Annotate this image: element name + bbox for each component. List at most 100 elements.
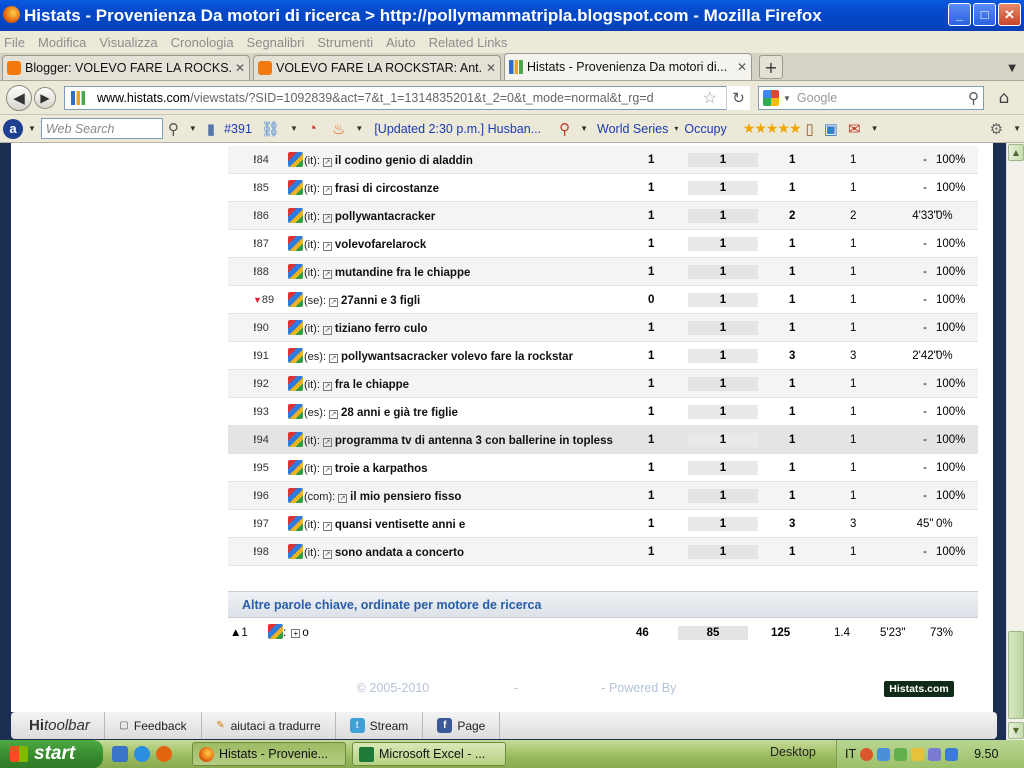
timer-icon[interactable]: ◔	[308, 120, 317, 137]
external-link-icon[interactable]: ↗	[322, 466, 332, 475]
feedback-button[interactable]: ▢ Feedback	[105, 712, 202, 739]
tray-update-icon[interactable]	[911, 747, 925, 761]
keyword-link[interactable]: il mio pensiero fisso	[350, 491, 461, 503]
chevron-down-icon[interactable]: ▼	[783, 94, 791, 103]
chevron-down-icon[interactable]: ▼	[28, 124, 36, 133]
show-desktop-icon[interactable]	[112, 746, 128, 762]
occupy-link[interactable]: Occupy	[684, 122, 726, 136]
menu-related-links[interactable]: Related Links	[429, 35, 508, 50]
clock[interactable]: 9.50	[974, 747, 998, 761]
search-input[interactable]: ▼ Google ⚲	[758, 86, 984, 110]
chevron-down-icon[interactable]: ▼	[189, 124, 197, 133]
menu-modifica[interactable]: Modifica	[38, 35, 86, 50]
translate-button[interactable]: ✎ aiutaci a tradurre	[202, 712, 336, 739]
desktop-toolbar[interactable]: Desktop	[770, 745, 816, 759]
gmail-icon[interactable]: ✉	[848, 120, 861, 138]
keyword-link[interactable]: pollywantacracker	[335, 211, 435, 223]
external-link-icon[interactable]: ↗	[322, 270, 332, 279]
external-link-icon[interactable]: ↗	[322, 326, 332, 335]
keyword-link[interactable]: programma tv di antenna 3 con ballerine …	[335, 435, 613, 447]
book-icon[interactable]: ▯	[806, 120, 814, 138]
external-link-icon[interactable]: ↗	[322, 242, 332, 251]
keyword-link[interactable]: pollywantsacracker volevo fare la rockst…	[341, 351, 573, 363]
search-icon[interactable]: ⚲	[168, 120, 179, 138]
maximize-button[interactable]: □	[973, 3, 996, 26]
chevron-down-icon[interactable]: ▼	[1013, 124, 1021, 133]
close-button[interactable]: ✕	[998, 3, 1021, 26]
tray-app-icon[interactable]	[945, 747, 959, 761]
twitter-icon[interactable]: ▣	[824, 120, 838, 138]
chevron-down-icon[interactable]: ▼	[871, 124, 879, 133]
alert-icon[interactable]: ⚲	[559, 120, 570, 138]
keyword-link[interactable]: frasi di circostanze	[335, 183, 439, 195]
scroll-down-icon[interactable]: ▼	[1008, 722, 1024, 739]
external-link-icon[interactable]: ↗	[322, 522, 332, 531]
keyword-link[interactable]: volevofarelarock	[335, 239, 426, 251]
external-link-icon[interactable]: ↗	[322, 186, 332, 195]
keyword-link[interactable]: mutandine fra le chiappe	[335, 267, 470, 279]
privacy-link[interactable]: Privacy Policy	[433, 681, 511, 695]
news-link[interactable]: [Updated 2:30 p.m.] Husban...	[374, 122, 541, 136]
tray-chevron-icon[interactable]	[860, 747, 874, 761]
chevron-down-icon[interactable]: ▼	[290, 124, 298, 133]
ask-logo-icon[interactable]: a	[3, 118, 23, 139]
world-series-link[interactable]: World Series	[597, 122, 668, 136]
expand-icon[interactable]: +	[291, 629, 301, 638]
home-button[interactable]: ⌂	[990, 86, 1018, 110]
menu-aiuto[interactable]: Aiuto	[386, 35, 416, 50]
search-icon[interactable]: ⚲	[968, 89, 979, 107]
ie-icon[interactable]	[134, 746, 150, 762]
external-link-icon[interactable]: ↗	[322, 438, 332, 447]
language-indicator[interactable]: IT	[845, 747, 856, 761]
external-link-icon[interactable]: ↗	[329, 410, 338, 419]
external-link-icon[interactable]: ↗	[338, 494, 348, 503]
chevron-down-icon[interactable]: ▼	[355, 124, 363, 133]
page-button[interactable]: f Page	[423, 712, 501, 739]
external-link-icon[interactable]: ↗	[322, 158, 332, 167]
start-button[interactable]: start	[0, 740, 103, 768]
tab-close-icon[interactable]: ✕	[486, 61, 496, 75]
external-link-icon[interactable]: ↗	[329, 354, 338, 363]
menu-cronologia[interactable]: Cronologia	[171, 35, 234, 50]
tray-volume-icon[interactable]	[928, 747, 942, 761]
menu-file[interactable]: File	[4, 35, 25, 50]
tray-network-icon[interactable]	[877, 747, 891, 761]
footer-brand[interactable]: Histats	[680, 680, 720, 695]
bookmark-star-icon[interactable]: ☆	[703, 88, 717, 108]
stream-button[interactable]: t Stream	[336, 712, 424, 739]
keyword-link[interactable]: 28 anni e già tre figlie	[341, 407, 458, 419]
menu-strumenti[interactable]: Strumenti	[317, 35, 373, 50]
keyword-link[interactable]: fra le chiappe	[335, 379, 409, 391]
keyword-link[interactable]: 27anni e 3 figli	[341, 295, 420, 307]
terms-link[interactable]: Terms Of Use	[521, 681, 597, 695]
menu-visualizza[interactable]: Visualizza	[99, 35, 157, 50]
web-search-input[interactable]: Web Search	[40, 118, 163, 139]
keyword-link[interactable]: troie a karpathos	[335, 463, 428, 475]
scroll-thumb[interactable]	[1008, 631, 1024, 719]
stats-icon[interactable]: ▮	[207, 120, 215, 138]
new-tab-button[interactable]: +	[759, 55, 783, 79]
tray-security-icon[interactable]	[894, 747, 908, 761]
tab-blogger[interactable]: Blogger: VOLEVO FARE LA ROCKS... ✕	[2, 55, 250, 80]
firefox-icon[interactable]	[156, 746, 172, 762]
external-link-icon[interactable]: ↗	[329, 298, 338, 307]
tab-close-icon[interactable]: ✕	[235, 61, 245, 75]
external-link-icon[interactable]: ↗	[322, 214, 332, 223]
task-firefox[interactable]: Histats - Provenie...	[192, 742, 346, 766]
count-link[interactable]: #391	[224, 122, 252, 136]
url-bar[interactable]: www.histats.com/viewstats/?SID=1092839&a…	[64, 86, 750, 110]
keyword-link[interactable]: il codino genio di aladdin	[335, 155, 473, 167]
tab-close-icon[interactable]: ✕	[737, 60, 747, 74]
chevron-down-icon[interactable]: ▼	[580, 124, 588, 133]
reload-button[interactable]: ↻	[726, 86, 750, 110]
keyword-link[interactable]: tiziano ferro culo	[335, 323, 428, 335]
tab-list-icon[interactable]: ▼	[1008, 63, 1016, 74]
keyword-link[interactable]: quansi ventisette anni e	[335, 519, 465, 531]
vertical-scrollbar[interactable]: ▲ ▼	[1006, 143, 1024, 740]
histats-logo[interactable]: Histats.com	[884, 681, 954, 697]
menu-segnalibri[interactable]: Segnalibri	[247, 35, 305, 50]
back-button[interactable]: ◀	[6, 85, 32, 111]
rating-stars[interactable]: ★★★★★	[743, 120, 802, 137]
tab-histats[interactable]: Histats - Provenienza Da motori di... ✕	[504, 53, 752, 80]
link-icon[interactable]: ⛓	[261, 120, 280, 138]
